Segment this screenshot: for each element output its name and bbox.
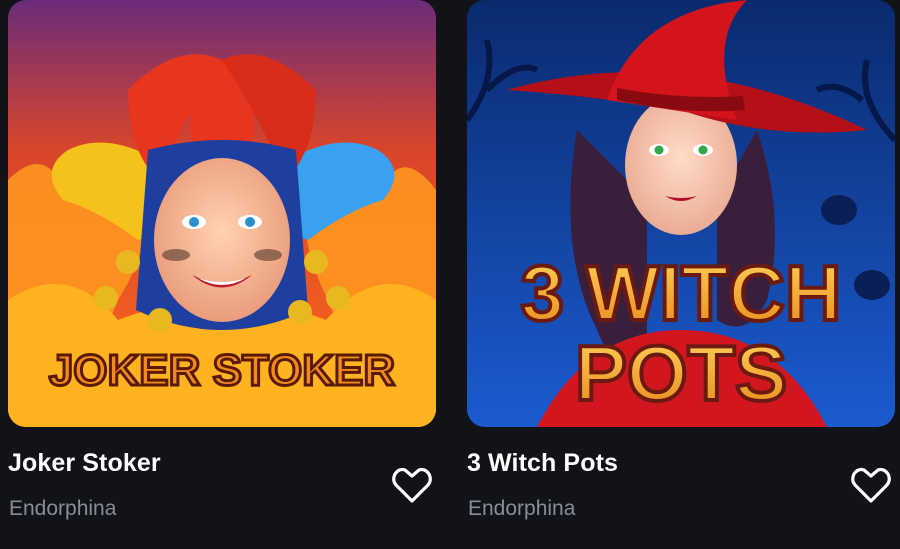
joker-stoker-artwork: JOKER STOKER (8, 0, 436, 427)
game-provider: Endorphina (468, 497, 576, 520)
game-card-3-witch-pots[interactable]: 3 WITCH POTS 3 Witch Pots Endorphina (467, 0, 895, 549)
3-witch-pots-art-text-1: 3 WITCH (521, 249, 842, 337)
heart-outline-icon (392, 467, 432, 503)
game-thumbnail-joker-stoker[interactable]: JOKER STOKER (8, 0, 436, 427)
game-title[interactable]: Joker Stoker (8, 449, 161, 478)
favorite-button[interactable] (391, 465, 433, 505)
game-thumbnail-3-witch-pots[interactable]: 3 WITCH POTS (467, 0, 895, 427)
3-witch-pots-art-text-2: POTS (575, 329, 787, 417)
heart-outline-icon (851, 467, 891, 503)
3-witch-pots-artwork: 3 WITCH POTS (467, 0, 895, 427)
joker-stoker-art-text: JOKER STOKER (49, 346, 395, 395)
game-card-joker-stoker[interactable]: JOKER STOKER Joker Stoker Endorphina (8, 0, 436, 549)
game-meta: Joker Stoker Endorphina (8, 449, 436, 529)
game-provider: Endorphina (9, 497, 117, 520)
game-title[interactable]: 3 Witch Pots (467, 449, 618, 478)
game-meta: 3 Witch Pots Endorphina (467, 449, 895, 529)
favorite-button[interactable] (850, 465, 892, 505)
game-grid: JOKER STOKER Joker Stoker Endorphina 3 W… (0, 0, 900, 549)
